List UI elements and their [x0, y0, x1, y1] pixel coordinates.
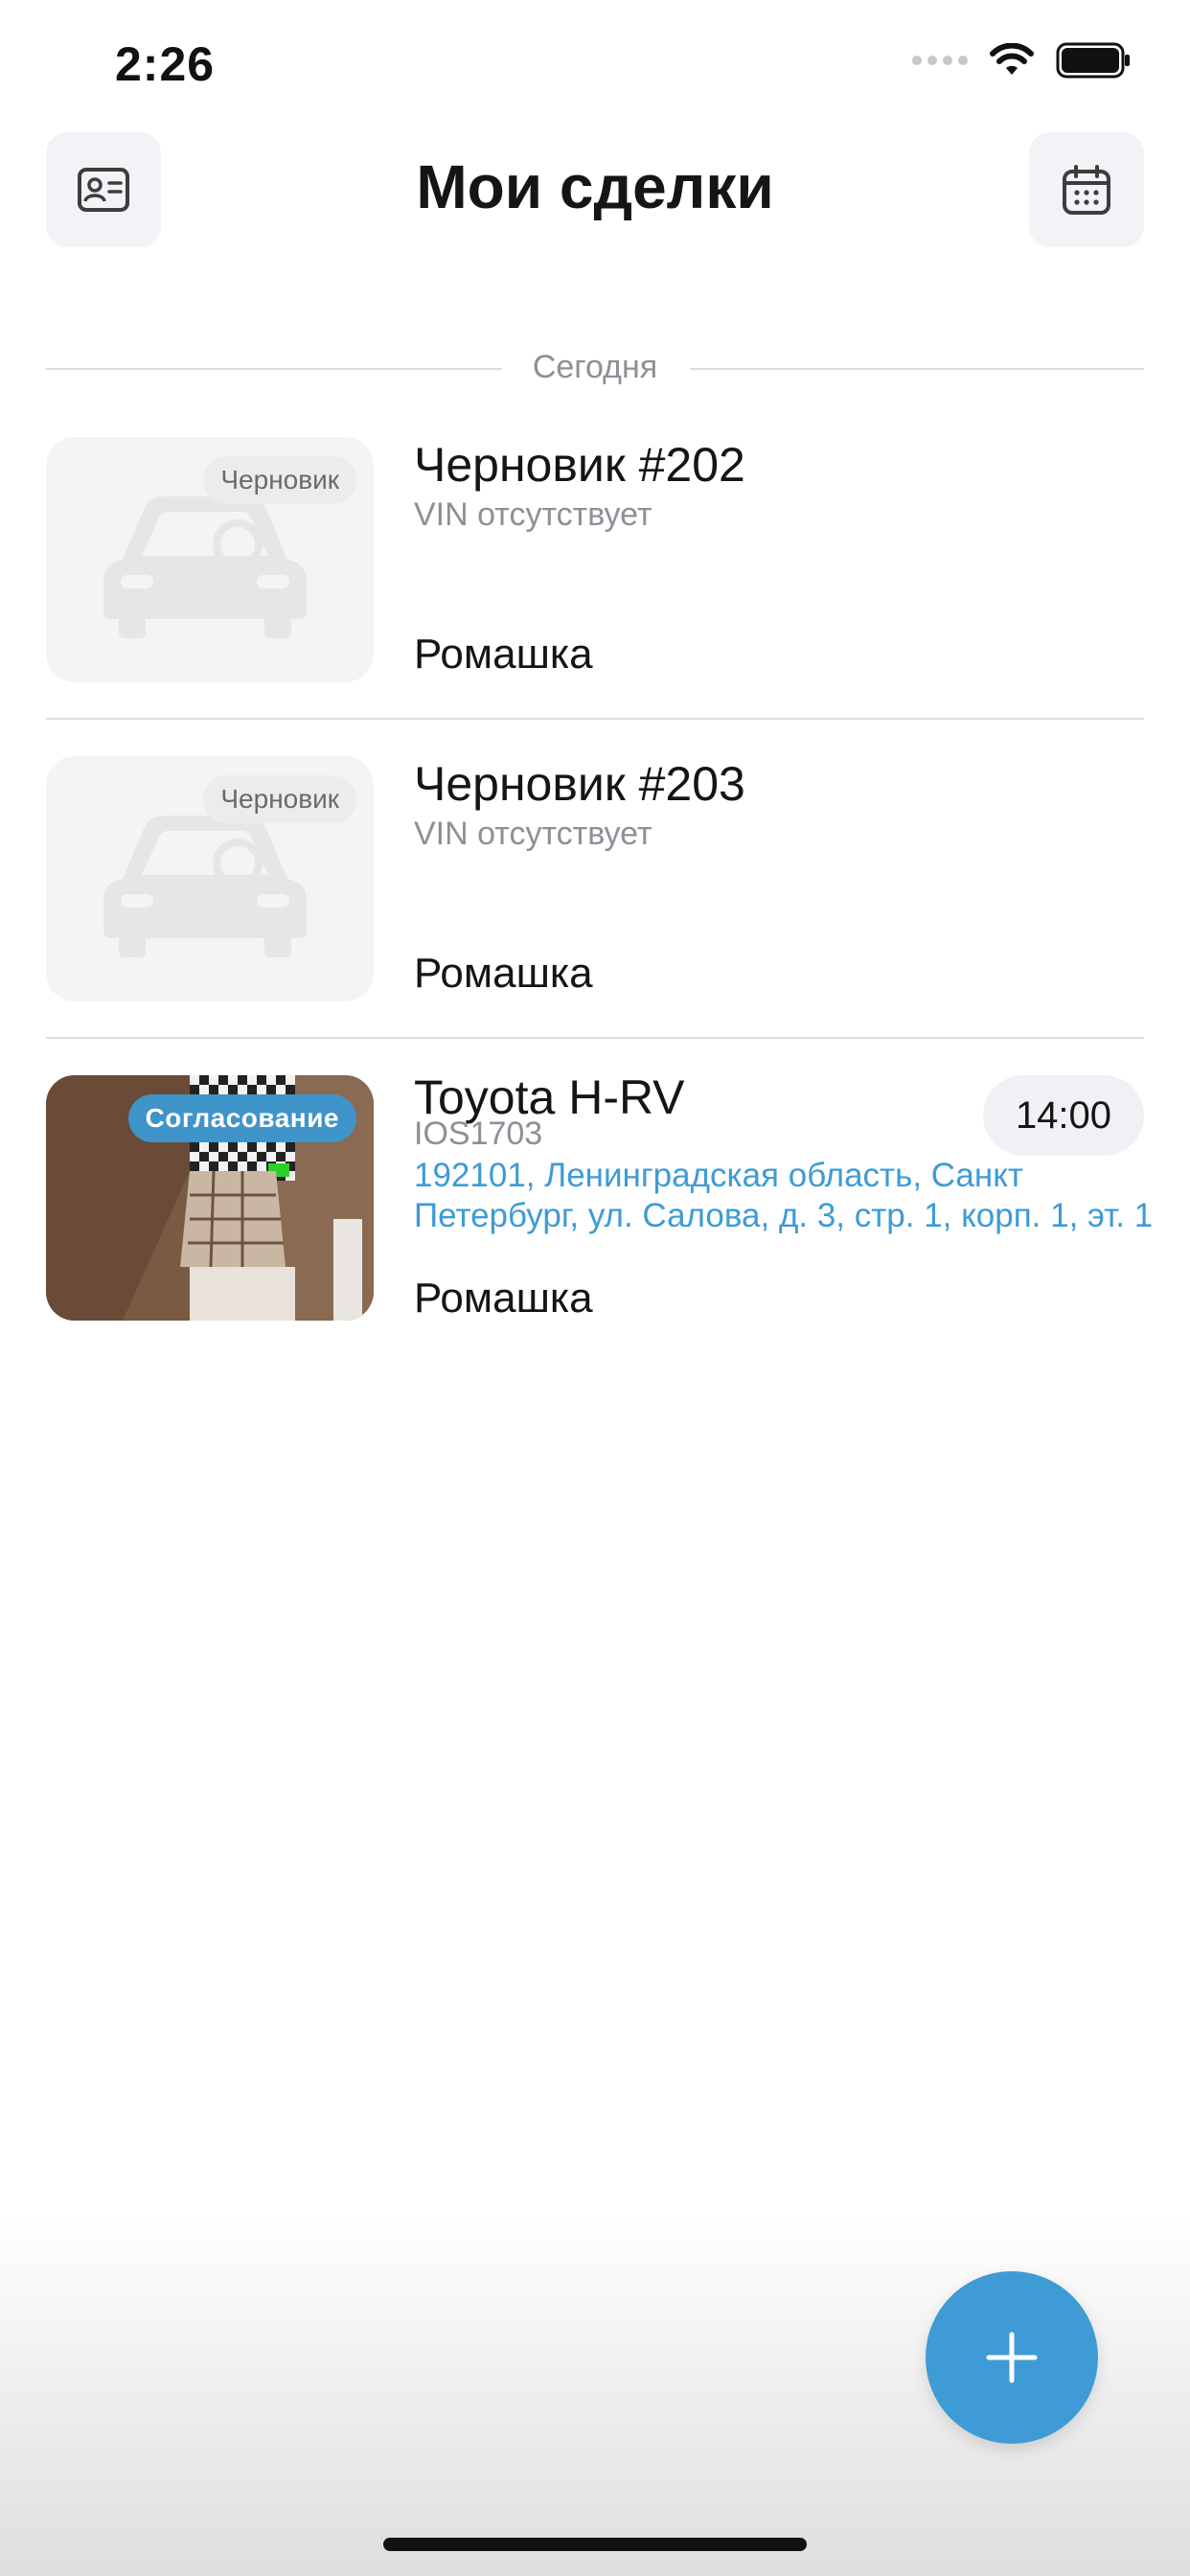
deal-company: Ромашка	[414, 950, 593, 997]
add-deal-button[interactable]	[926, 2271, 1098, 2444]
deal-company: Ромашка	[414, 631, 593, 678]
cellular-signal-icon	[912, 56, 968, 65]
screen: 2:26 Мои сделки Сегодня Черновик Чернови…	[0, 0, 1190, 2576]
page-title: Мои сделки	[416, 152, 774, 221]
status-time: 2:26	[115, 37, 216, 91]
wifi-icon	[990, 43, 1034, 75]
row-divider	[46, 718, 1144, 720]
row-divider	[46, 1037, 1144, 1039]
deal-thumbnail: Черновик	[46, 756, 374, 1001]
deal-title: Черновик #202	[414, 438, 745, 492]
deal-vin: VIN отсутствует	[414, 496, 652, 533]
calendar-icon	[1063, 165, 1110, 215]
deal-vin: IOS1703	[414, 1116, 543, 1152]
deal-vin: VIN отсутствует	[414, 816, 652, 852]
home-indicator[interactable]	[383, 2538, 807, 2551]
deal-company: Ромашка	[414, 1275, 593, 1322]
deal-thumbnail: Согласование	[46, 1075, 374, 1321]
deal-thumbnail: Черновик	[46, 437, 374, 682]
status-icons	[912, 42, 1131, 79]
deal-row[interactable]: Черновик Черновик #203 VIN отсутствует Р…	[46, 756, 1144, 1001]
plus-icon	[986, 2332, 1038, 2383]
deal-row[interactable]: Согласование Toyota H-RV IOS1703 192101,…	[46, 1070, 1153, 1324]
deal-address-link[interactable]: 192101, Ленинградская область, Санкт Пет…	[414, 1156, 1171, 1236]
deal-row[interactable]: Черновик Черновик #202 VIN отсутствует Р…	[46, 437, 1144, 682]
battery-icon	[1056, 42, 1130, 79]
status-badge: Черновик	[203, 456, 356, 504]
status-badge: Черновик	[203, 775, 356, 823]
section-divider-today: Сегодня	[46, 349, 1144, 387]
status-badge: Согласование	[127, 1094, 356, 1142]
deal-time-badge: 14:00	[983, 1075, 1144, 1156]
deal-title: Черновик #203	[414, 757, 745, 811]
calendar-button[interactable]	[1029, 132, 1144, 247]
